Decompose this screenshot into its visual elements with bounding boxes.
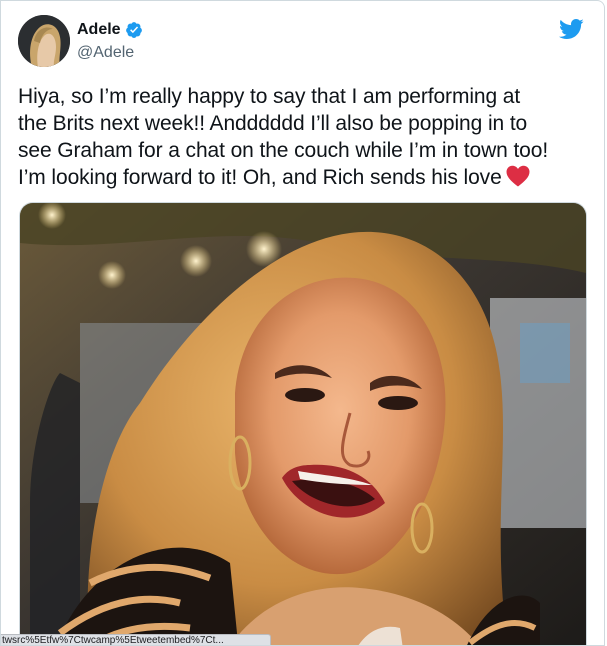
display-name-text: Adele <box>77 21 121 38</box>
verified-badge-icon <box>125 22 142 38</box>
avatar[interactable] <box>18 15 70 67</box>
tweet-text: Hiya, so I’m really happy to say that I … <box>18 83 596 191</box>
browser-status-bar: twsrc%5Etfw%7Ctwcamp%5Etweetembed%7Ct... <box>1 634 271 645</box>
tweet-text-line-last: I’m looking forward to it! Oh, and Rich … <box>18 164 596 191</box>
red-heart-icon <box>506 165 530 187</box>
tweet-text-line: Hiya, so I’m really happy to say that I … <box>18 85 521 108</box>
tweet-photo[interactable] <box>19 202 587 645</box>
user-handle[interactable]: @Adele <box>77 44 134 62</box>
avatar-photo <box>18 15 70 67</box>
tweet-text-line: see Graham for a chat on the couch while… <box>18 139 549 162</box>
photo-image <box>20 203 586 645</box>
tweet-embed-card[interactable]: Adele @Adele Hiya, so I’m really happy t… <box>0 0 605 646</box>
tweet-text-line: the Brits next week!! Andddddd I’ll also… <box>18 112 528 135</box>
display-name[interactable]: Adele <box>77 21 143 39</box>
tweet-text-segment: I’m looking forward to it! Oh, and Rich … <box>18 166 502 189</box>
twitter-bird-icon[interactable] <box>558 16 584 42</box>
